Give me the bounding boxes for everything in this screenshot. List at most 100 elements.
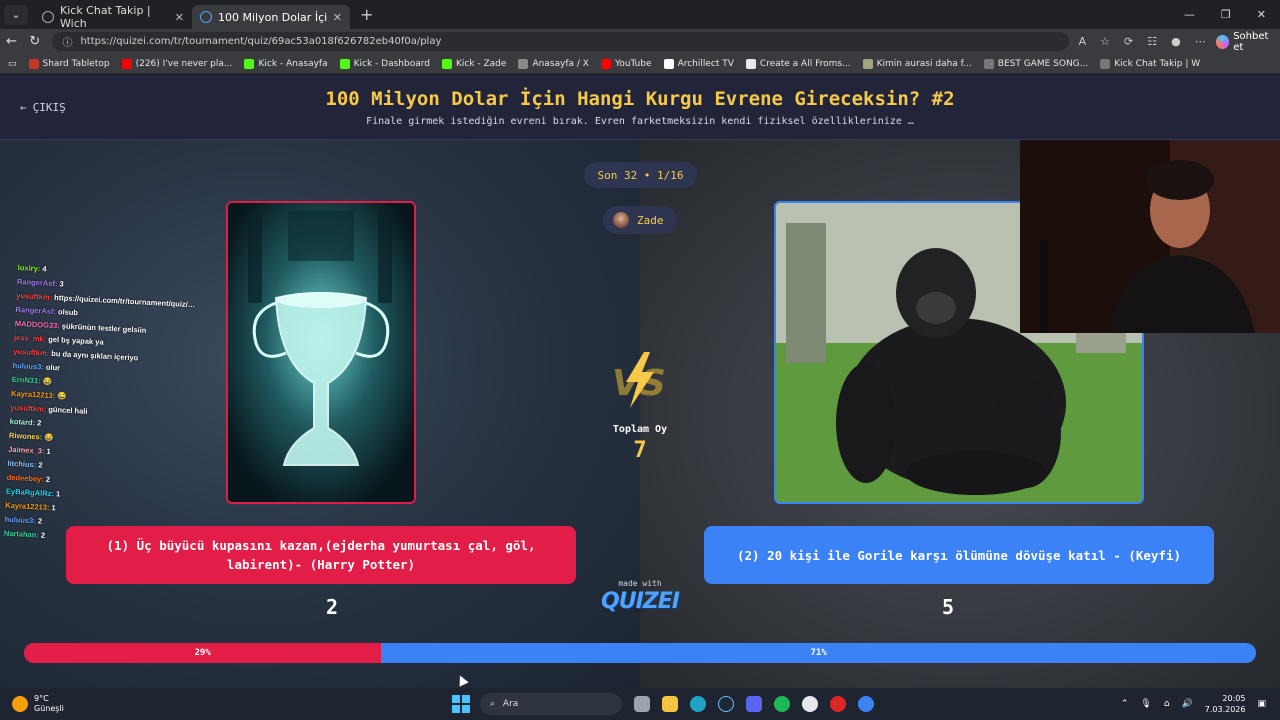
tab-quiz[interactable]: 100 Milyon Dolar İçin Hangi Kurgu ✕ [192, 5, 350, 29]
chat-text: 😂 [44, 432, 54, 443]
chat-text: 3 [59, 279, 64, 289]
globe-icon [42, 11, 54, 23]
bookmark-item[interactable]: (226) I've never pla... [121, 58, 232, 69]
chat-username: litchius: [7, 458, 37, 470]
bookmarks-icon[interactable]: ▭ [8, 59, 17, 69]
tab-kick-chat[interactable]: Kick Chat Takip | Wich ✕ [34, 4, 192, 30]
url-field[interactable]: ⓘ https://quizei.com/tr/tournament/quiz/… [52, 32, 1069, 51]
chat-username: yusuftkm: [10, 402, 47, 414]
browser-tab-bar: ⌄ Kick Chat Takip | Wich ✕ 100 Milyon Do… [0, 0, 1280, 30]
option-1-percent: 29% [24, 643, 382, 663]
bookmark-item[interactable]: Kimin aurasi daha f... [862, 58, 972, 69]
more-icon[interactable]: ⋯ [1195, 35, 1206, 48]
bookmark-item[interactable]: Kick Chat Takip | W [1100, 58, 1200, 69]
temperature: 9°C [34, 694, 49, 703]
round-badge: Son 32 • 1/16 [584, 162, 697, 188]
url-text: https://quizei.com/tr/tournament/quiz/69… [80, 36, 442, 47]
start-button[interactable] [451, 695, 470, 713]
mic-icon[interactable]: 🎙 [1140, 699, 1151, 709]
task-view-icon[interactable] [633, 696, 650, 712]
refresh-button[interactable]: ↻ [23, 34, 46, 49]
site-info-icon[interactable]: ⓘ [62, 34, 72, 49]
windows-taskbar: 9°C Güneşli ⌕ Ara ⌃ 🎙 ⌂ 🔊 20:05 7.03.202… [0, 688, 1280, 720]
bookmark-item[interactable]: Kick - Dashboard [339, 58, 430, 69]
option-2-percent: 71% [810, 648, 827, 658]
bookmark-item[interactable]: Kick - Zade [441, 58, 506, 69]
chat-username: Riwones: [8, 430, 43, 442]
chat-text: şükrünün testler gelsiin [61, 321, 147, 335]
notifications-icon[interactable]: ▣ [1257, 699, 1266, 709]
avatar [613, 212, 629, 228]
profile-icon[interactable]: ● [1171, 35, 1181, 48]
chat-text: 2 [38, 460, 43, 470]
quiz-header: ← ÇIKIŞ 100 Milyon Dolar İçin Hangi Kurg… [0, 75, 1280, 140]
network-icon[interactable]: ⌂ [1164, 699, 1170, 709]
chat-text: 1 [51, 503, 56, 513]
back-button[interactable]: ← [0, 34, 23, 49]
clock[interactable]: 20:05 7.03.2026 [1205, 693, 1246, 715]
app-icon[interactable] [857, 696, 874, 712]
refresh-icon[interactable]: ⟳ [1124, 35, 1133, 48]
bookmark-item[interactable]: Kick - Anasayfa [244, 58, 328, 69]
chat-username: Jaimex_3: [8, 444, 45, 456]
quizei-logo[interactable]: QUIZEI [590, 589, 690, 614]
option-2-button[interactable]: (2) 20 kişi ile Gorile karşı ölümüne döv… [704, 526, 1214, 584]
chat-username: ErnN31: [11, 374, 41, 386]
close-tab-icon[interactable]: ✕ [175, 11, 184, 24]
chat-text: 2 [45, 474, 51, 484]
chat-overlay: loxiry: 4 RangerAsf: 3 yusuftkm: https://q… [3, 263, 217, 553]
taskbar-search[interactable]: ⌕ Ara [479, 693, 622, 715]
chat-text: 2 [37, 516, 43, 526]
chat-text: 1 [55, 489, 61, 499]
chat-username: kotard: [9, 416, 36, 428]
search-icon: ⌕ [489, 699, 495, 709]
favorite-icon[interactable]: ☆ [1100, 35, 1110, 48]
chat-username: yusuftkm: [13, 346, 50, 358]
discord-icon[interactable] [745, 696, 762, 712]
chat-text: 2 [36, 418, 42, 428]
tab-actions-button[interactable]: ⌄ [4, 4, 28, 25]
weather-widget[interactable]: 9°C Güneşli [12, 694, 64, 714]
spotify-icon[interactable] [773, 696, 790, 712]
edge-icon[interactable] [689, 696, 706, 712]
quiz-title: 100 Milyon Dolar İçin Hangi Kurgu Evrene… [325, 88, 955, 110]
read-aloud-icon[interactable]: A [1079, 35, 1087, 48]
new-tab-button[interactable]: + [360, 5, 373, 24]
chat-username: Kayra12213: [10, 388, 56, 401]
chat-text: 4 [42, 264, 47, 274]
restore-button[interactable]: ❐ [1221, 8, 1231, 21]
chat-username: MADDOG33: [14, 318, 61, 331]
option-2-votes: 5 [941, 595, 955, 619]
tab-title: 100 Milyon Dolar İçin Hangi Kurgu [218, 10, 327, 24]
unreal-icon[interactable] [801, 696, 818, 712]
favorites-list-icon[interactable]: ☷ [1147, 35, 1157, 48]
app-icon[interactable] [829, 696, 846, 712]
date: 7.03.2026 [1204, 705, 1246, 714]
time: 20:05 [1222, 694, 1246, 703]
webcam-overlay [1020, 140, 1280, 333]
steam-icon[interactable] [717, 696, 734, 712]
chat-text: 😂 [57, 391, 67, 401]
vs-icon: VS [612, 352, 666, 408]
bookmark-item[interactable]: BEST GAME SONG... [983, 58, 1088, 69]
close-tab-icon[interactable]: ✕ [333, 11, 342, 24]
chevron-up-icon[interactable]: ⌃ [1121, 699, 1129, 709]
bookmark-item[interactable]: Anasayfa / X [518, 58, 589, 69]
volume-icon[interactable]: 🔊 [1182, 699, 1193, 709]
copilot-button[interactable]: Sohbet et [1215, 31, 1280, 53]
bookmark-item[interactable]: YouTube [600, 58, 652, 69]
bookmark-item[interactable]: Archillect TV [663, 58, 734, 69]
chat-username: loxiry: [17, 263, 41, 274]
minimize-button[interactable]: — [1184, 8, 1195, 21]
tab-title: Kick Chat Takip | Wich [60, 4, 151, 30]
chat-username: jess_mk: [13, 332, 47, 344]
bookmark-item[interactable]: Create a All Froms... [745, 58, 851, 69]
host-badge: Zade [603, 206, 677, 234]
chat-username: huluus3: [4, 514, 37, 526]
bookmark-item[interactable]: Shard Tabletop [28, 58, 110, 69]
close-window-button[interactable]: ✕ [1257, 8, 1266, 21]
file-explorer-icon[interactable] [661, 696, 678, 712]
streamer-webcam [1020, 140, 1280, 333]
weather-condition: Güneşli [34, 704, 64, 713]
option-1-image[interactable] [226, 201, 416, 504]
